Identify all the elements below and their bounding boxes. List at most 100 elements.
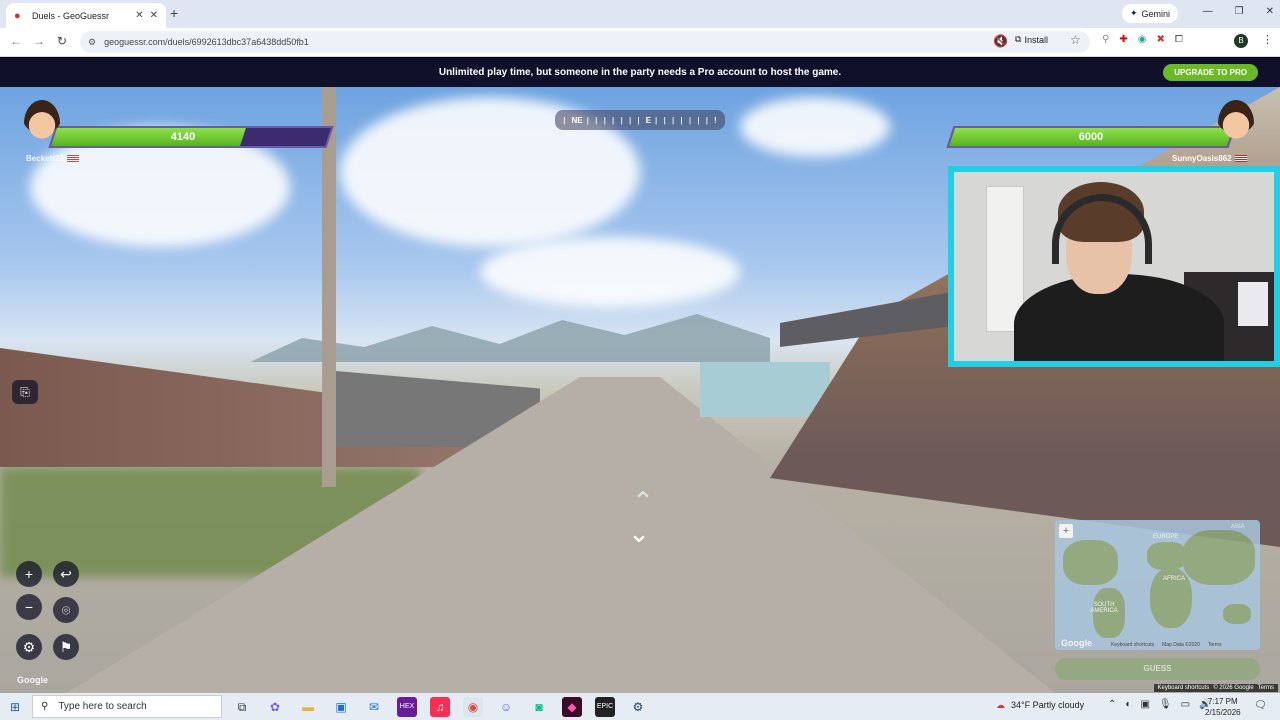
extension-icon[interactable]: ⚲ — [1102, 34, 1109, 45]
taskbar-search-box[interactable]: ⚲ Type here to search — [32, 695, 222, 718]
player1-health-value: 4140 — [52, 126, 322, 148]
player2-health-value: 6000 — [1078, 131, 1104, 143]
extension-icon[interactable]: ✚ — [1119, 34, 1127, 45]
compass-ticks: | | | | | | | — [586, 115, 642, 125]
map-label-europe: EUROPE — [1153, 534, 1179, 540]
browser-menu-icon[interactable]: ⋮ — [1262, 33, 1273, 46]
microphone-icon[interactable]: 🎙 — [1159, 699, 1172, 710]
steam-icon[interactable]: ⚙ — [628, 697, 648, 717]
map-label-asia: ASIA — [1231, 524, 1245, 530]
weather-text: 34°F Partly cloudy — [1011, 700, 1085, 710]
back-icon[interactable]: ← — [10, 34, 22, 48]
outlook-icon[interactable]: ✉ — [364, 697, 384, 717]
compass-marker: ! — [714, 115, 717, 125]
tray-app-icon[interactable]: ▣ — [1140, 699, 1149, 710]
move-forward-arrow-icon[interactable]: ⌃ — [616, 488, 670, 514]
webcam-overlay — [948, 166, 1280, 367]
app-icon[interactable]: ◙ — [529, 697, 549, 717]
hex-app-icon[interactable]: HEX — [397, 697, 417, 717]
notification-icon[interactable]: 🗨 — [1254, 700, 1267, 711]
forward-icon[interactable]: → — [33, 34, 45, 48]
mute-site-icon[interactable]: 🔇 — [993, 34, 1008, 48]
store-icon[interactable]: ▣ — [331, 697, 351, 717]
europe — [1147, 542, 1187, 570]
promo-banner: Unlimited play time, but someone in the … — [0, 58, 1280, 87]
url-field[interactable]: ⚙ geoguessr.com/duels/6992613dbc37a6438d… — [80, 31, 1090, 53]
reload-icon[interactable]: ↻ — [57, 34, 67, 48]
extension-icon[interactable]: ✖ — [1156, 34, 1164, 45]
guess-button[interactable]: GUESS — [1055, 658, 1260, 680]
tray-chevron-icon[interactable]: ⌃ — [1108, 699, 1116, 710]
taskbar-clock[interactable]: 7:17 PM 2/15/2026 — [1205, 696, 1241, 718]
compass-ticks: | — [563, 115, 568, 125]
gemini-label: Gemini — [1141, 8, 1171, 19]
minimap-map-data: Map Data ©2020 — [1162, 642, 1200, 648]
minimap-google-logo: Google — [1061, 638, 1092, 648]
minimap-footer: Keyboard shortcuts Map Data ©2020 Terms — [1111, 642, 1222, 648]
close-window-icon[interactable]: ✕ — [1266, 6, 1274, 17]
gemini-button[interactable]: ✦ Gemini — [1122, 4, 1179, 23]
taskbar-apps: ⧉ ✿ ▬ ▣ ✉ HEX ♫ ◉ ☺ ◙ ◆ EPIC ⚙ — [232, 697, 648, 717]
keyboard-shortcuts-link[interactable]: Keyboard shortcuts — [1158, 685, 1210, 691]
weather-widget[interactable]: ☁ 34°F Partly cloudy — [996, 700, 1084, 711]
minimize-icon[interactable]: — — [1203, 6, 1213, 17]
music-icon[interactable]: ♫ — [430, 697, 450, 717]
player1-name-row: Beckett22 — [26, 154, 79, 163]
player2-name-row: SunnyOasis862 — [1172, 154, 1247, 163]
player1-name: Beckett22 — [26, 154, 64, 163]
restore-icon[interactable]: ❐ — [1235, 6, 1244, 17]
window-controls: — ❐ ✕ — [1203, 6, 1274, 17]
bookmark-star-icon[interactable]: ☆ — [1070, 33, 1081, 47]
site-info-icon[interactable]: ⚙ — [88, 37, 96, 48]
clock-time: 7:17 PM — [1207, 697, 1238, 706]
url-text: geoguessr.com/duels/6992613dbc37a6438dd5… — [104, 37, 309, 47]
install-label: Install — [1024, 34, 1048, 45]
blue-building — [700, 362, 830, 417]
return-to-start-button[interactable]: ⌾ — [53, 597, 79, 623]
discord-icon[interactable]: ☺ — [496, 697, 516, 717]
epic-games-icon[interactable]: EPIC — [595, 697, 615, 717]
install-button[interactable]: ⧉ Install — [1015, 34, 1048, 45]
zoom-out-button[interactable]: − — [16, 594, 42, 620]
copyright-text: © 2026 Google — [1213, 685, 1254, 691]
gemini-icon: ✦ — [1130, 8, 1138, 18]
player1-health-text: 4140 — [170, 131, 196, 143]
move-back-arrow-icon[interactable]: ⌄ — [612, 520, 666, 546]
north-america — [1063, 540, 1118, 585]
minimap-keyboard-shortcuts[interactable]: Keyboard shortcuts — [1111, 642, 1154, 648]
clothes — [1238, 282, 1268, 326]
guess-minimap[interactable]: EUROPE ASIA AFRICA SOUTH AMERICA + Googl… — [1055, 520, 1260, 650]
new-tab-button[interactable]: + — [170, 5, 178, 21]
adobe-icon[interactable]: ◆ — [562, 697, 582, 717]
terms-link[interactable]: Terms — [1258, 685, 1274, 691]
report-button[interactable]: ⎘ — [12, 380, 38, 404]
tab-mute-icon[interactable]: ✕ — [135, 10, 143, 21]
flag-button[interactable]: ⚑ — [53, 634, 79, 660]
minimap-terms[interactable]: Terms — [1208, 642, 1222, 648]
map-label-africa: AFRICA — [1163, 576, 1186, 582]
upgrade-to-pro-button[interactable]: UPGRADE TO PRO — [1163, 64, 1258, 81]
extensions-puzzle-icon[interactable]: ⧠ — [1175, 34, 1183, 45]
browser-tab-strip: ● Duels - GeoGuessr ✕ ✕ + ✦ Gemini — ❐ ✕ — [0, 0, 1280, 28]
tab-close-icon[interactable]: ✕ — [150, 10, 158, 21]
screen: ● Duels - GeoGuessr ✕ ✕ + ✦ Gemini — ❐ ✕… — [0, 0, 1280, 720]
network-icon[interactable]: ▭ — [1181, 699, 1190, 710]
undo-move-button[interactable]: ↩ — [53, 561, 79, 587]
tray-app-icon[interactable]: ◐ — [1125, 699, 1131, 710]
search-icon: ⚲ — [41, 701, 49, 712]
extension-icon[interactable]: ◉ — [1138, 34, 1147, 45]
australia — [1223, 604, 1251, 624]
minimap-expand-button[interactable]: + — [1059, 524, 1073, 538]
profile-avatar[interactable]: B — [1234, 34, 1248, 48]
chrome-icon[interactable]: ◉ — [463, 697, 483, 717]
zoom-in-button[interactable]: + — [16, 561, 42, 587]
windows-start-icon[interactable]: ⊞ — [10, 700, 20, 714]
windows-taskbar: ⊞ ⚲ Type here to search ⧉ ✿ ▬ ▣ ✉ HEX ♫ … — [0, 693, 1280, 720]
task-view-icon[interactable]: ⧉ — [232, 697, 252, 717]
file-explorer-icon[interactable]: ▬ — [298, 697, 318, 717]
copilot-icon[interactable]: ✿ — [265, 697, 285, 717]
system-tray: ⌃ ◐ ▣ 🎙 ▭ 🔊 — [1108, 699, 1212, 710]
settings-button[interactable]: ⚙ — [16, 634, 42, 660]
browser-tab[interactable]: ● Duels - GeoGuessr ✕ ✕ — [6, 3, 166, 28]
geoguessr-favicon-icon: ● — [14, 9, 21, 22]
